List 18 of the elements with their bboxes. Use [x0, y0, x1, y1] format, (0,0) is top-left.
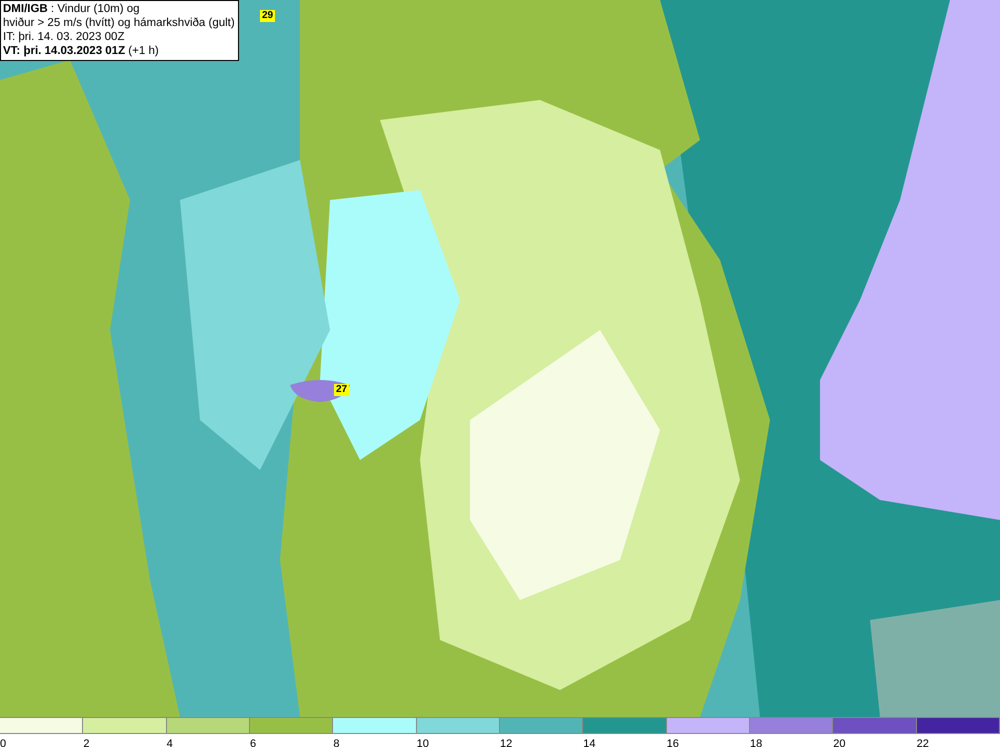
- legend-tick-label: 6: [250, 738, 256, 747]
- legend-tick-label: 2: [83, 738, 90, 747]
- legend-tick-label: 10: [416, 738, 429, 747]
- legend-tick-label: 14: [583, 738, 596, 747]
- info-text: hviður > 25 m/s (hvítt) og hámarkshviða (gult): [3, 16, 235, 30]
- legend-tick-label: 18: [750, 738, 762, 747]
- legend-tick-label: 12: [500, 738, 512, 747]
- legend-tick-label: 0: [0, 738, 6, 747]
- info-text: VT: þri. 14.03.2023 01Z (+1 h): [3, 44, 160, 58]
- legend-tick-label: 16: [666, 738, 679, 747]
- legend-tick-label: 4: [166, 738, 173, 747]
- gust-badge: 29: [260, 10, 276, 22]
- info-text: IT: þri. 14. 03. 2023 00Z: [3, 30, 126, 44]
- gust-badge: 27: [334, 384, 350, 396]
- info-text: DMI/IGB : Vindur (10m) og: [3, 2, 141, 16]
- legend-tick-label: 8: [333, 738, 340, 747]
- legend-tick-label: 22: [916, 738, 929, 747]
- legend-tick-label: 20: [833, 738, 846, 747]
